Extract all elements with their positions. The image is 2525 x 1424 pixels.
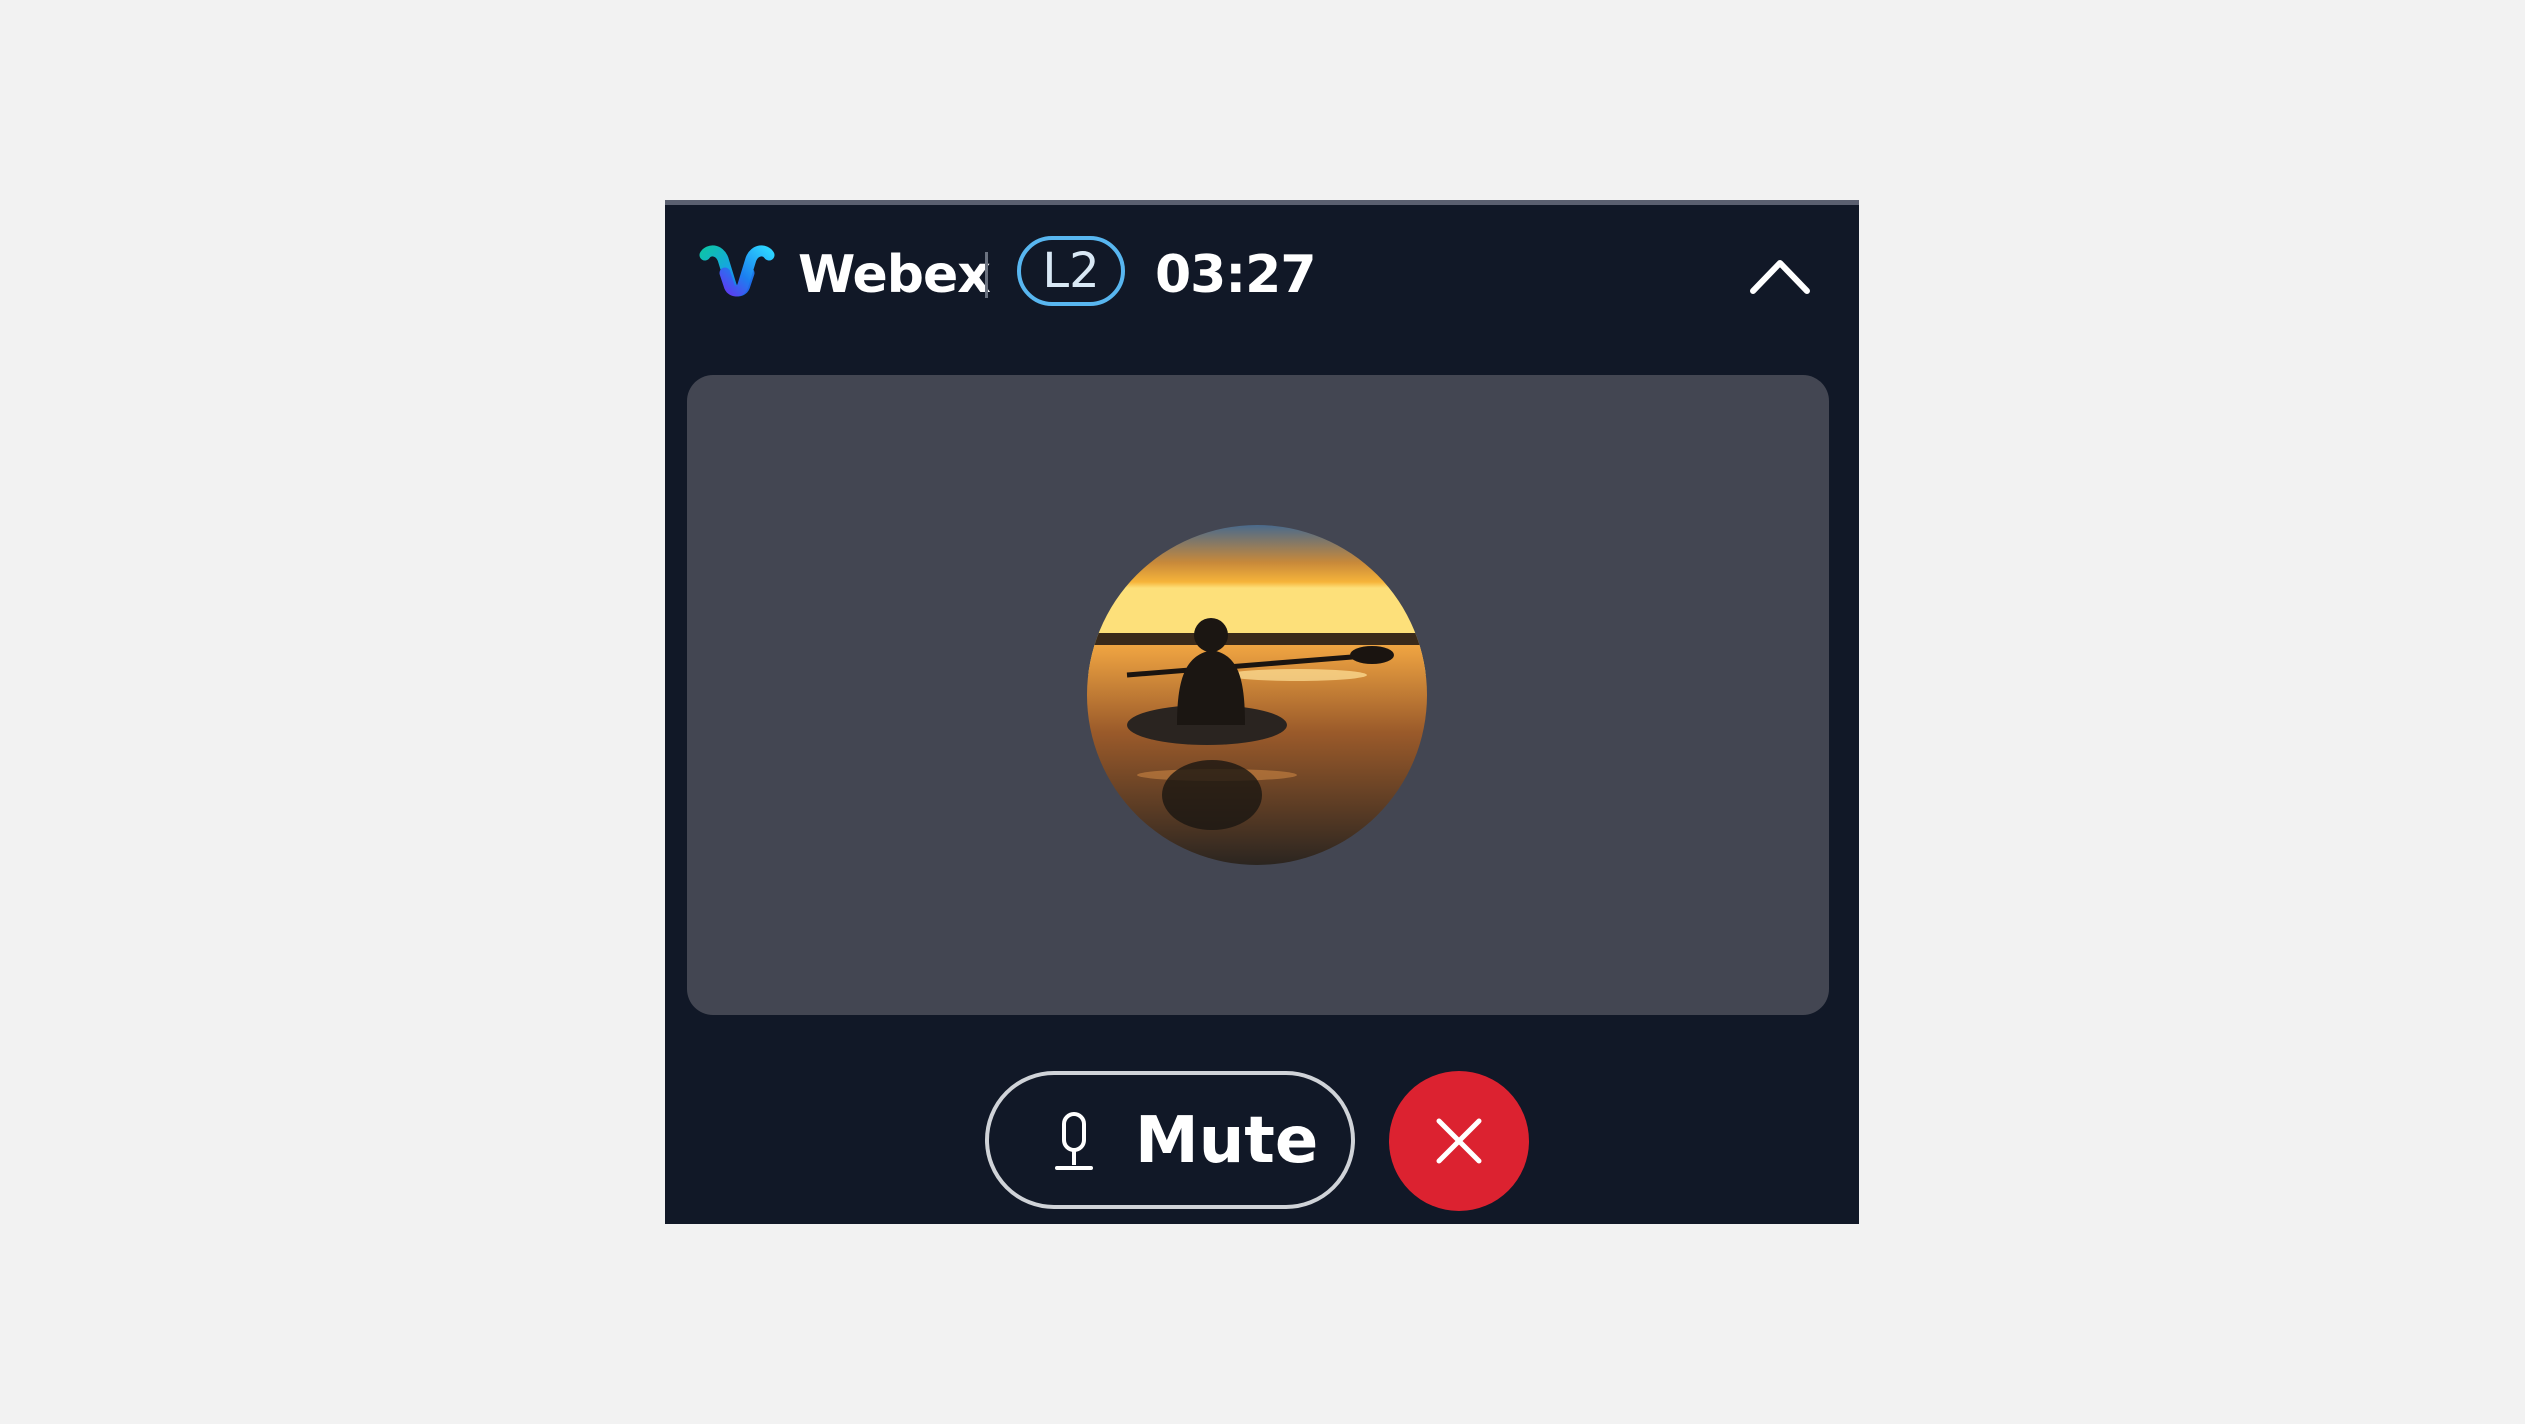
mute-label: Mute (1135, 1104, 1319, 1178)
video-tile (687, 375, 1829, 1015)
lock-badge: L2 (1017, 236, 1125, 306)
divider (985, 252, 988, 298)
microphone-icon (1055, 1112, 1093, 1170)
app-name: Webex (798, 245, 991, 305)
end-call-button[interactable] (1389, 1071, 1529, 1211)
call-timer: 03:27 (1155, 245, 1317, 305)
call-controls: Mute (665, 1065, 1859, 1211)
chevron-up-icon[interactable] (1745, 245, 1815, 305)
webex-mini-window: Webex L2 03:27 Mute (665, 200, 1859, 1224)
webex-logo-icon (699, 245, 775, 297)
header-bar: Webex L2 03:27 (665, 205, 1859, 370)
close-icon (1436, 1118, 1482, 1164)
mute-button[interactable]: Mute (985, 1071, 1355, 1209)
avatar[interactable] (1087, 525, 1427, 865)
